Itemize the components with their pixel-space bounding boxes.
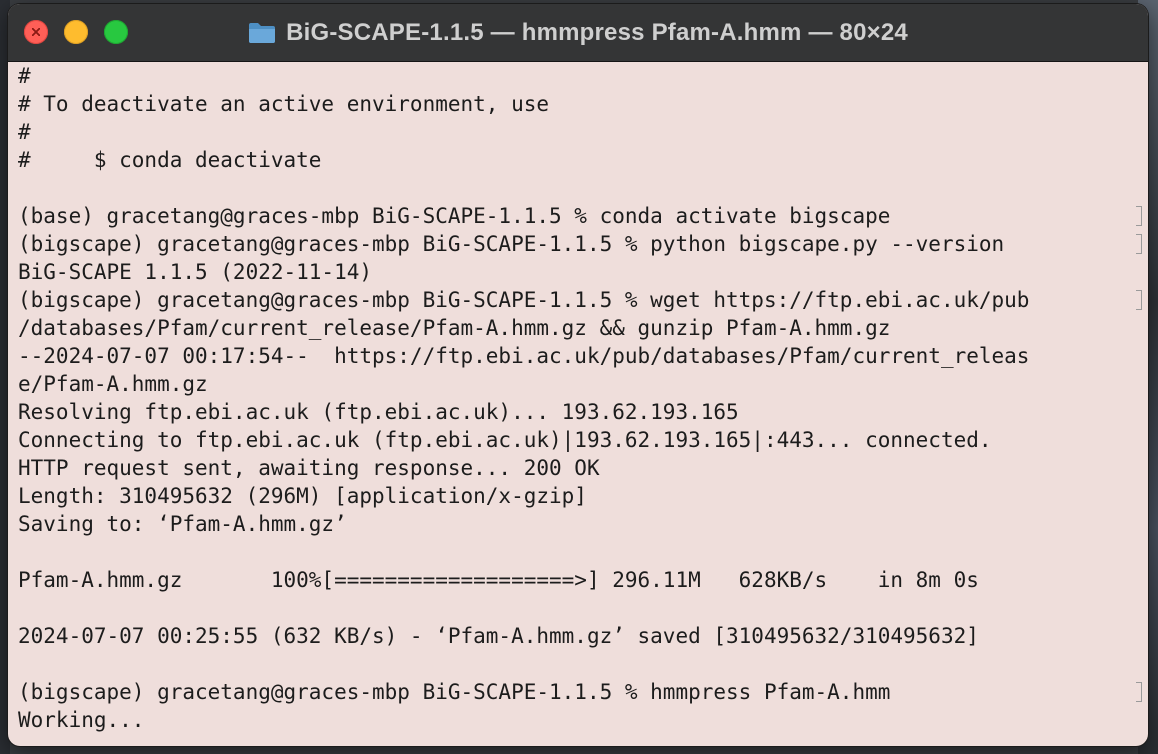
terminal-line-text: --2024-07-07 00:17:54-- https://ftp.ebi.…	[18, 344, 1030, 368]
terminal-line-text: Connecting to ftp.ebi.ac.uk (ftp.ebi.ac.…	[18, 428, 992, 452]
terminal-line-text: (bigscape) gracetang@graces-mbp BiG-SCAP…	[18, 680, 891, 704]
terminal-line-text: Saving to: ‘Pfam-A.hmm.gz’	[18, 512, 347, 536]
terminal-line: #	[18, 118, 1148, 146]
terminal-line-text: e/Pfam-A.hmm.gz	[18, 372, 208, 396]
terminal-line: HTTP request sent, awaiting response... …	[18, 454, 1148, 482]
terminal-line: BiG-SCAPE 1.1.5 (2022-11-14)	[18, 258, 1148, 286]
terminal-line-text: /databases/Pfam/current_release/Pfam-A.h…	[18, 316, 891, 340]
terminal-line: Connecting to ftp.ebi.ac.uk (ftp.ebi.ac.…	[18, 426, 1148, 454]
terminal-line-text: (bigscape) gracetang@graces-mbp BiG-SCAP…	[18, 288, 1030, 312]
terminal-line-text: Resolving ftp.ebi.ac.uk (ftp.ebi.ac.uk).…	[18, 400, 739, 424]
terminal-line: Length: 310495632 (296M) [application/x-…	[18, 482, 1148, 510]
terminal-window[interactable]: BiG-SCAPE-1.1.5 — hmmpress Pfam-A.hmm — …	[8, 4, 1148, 746]
terminal-output[interactable]: # # To deactivate an active environment, …	[8, 62, 1148, 746]
title-bar[interactable]: BiG-SCAPE-1.1.5 — hmmpress Pfam-A.hmm — …	[8, 4, 1148, 62]
prompt-mark-right	[1136, 234, 1142, 254]
terminal-line: # $ conda deactivate	[18, 146, 1148, 174]
window-title: BiG-SCAPE-1.1.5 — hmmpress Pfam-A.hmm — …	[286, 18, 908, 46]
terminal-line-text: HTTP request sent, awaiting response... …	[18, 456, 600, 480]
terminal-line-text: #	[18, 120, 31, 144]
terminal-prompt-line: (base) gracetang@graces-mbp BiG-SCAPE-1.…	[18, 202, 1148, 230]
terminal-line: Saving to: ‘Pfam-A.hmm.gz’	[18, 510, 1148, 538]
terminal-line: --2024-07-07 00:17:54-- https://ftp.ebi.…	[18, 342, 1148, 370]
terminal-line: /databases/Pfam/current_release/Pfam-A.h…	[18, 314, 1148, 342]
terminal-line: Resolving ftp.ebi.ac.uk (ftp.ebi.ac.uk).…	[18, 398, 1148, 426]
terminal-line-text: # To deactivate an active environment, u…	[18, 92, 550, 116]
prompt-mark-right	[1136, 290, 1142, 310]
terminal-line: #	[18, 62, 1148, 90]
terminal-line-text: 2024-07-07 00:25:55 (632 KB/s) - ‘Pfam-A…	[18, 624, 979, 648]
terminal-line-text: (bigscape) gracetang@graces-mbp BiG-SCAP…	[18, 232, 1005, 256]
terminal-line-text: # $ conda deactivate	[18, 148, 322, 172]
prompt-mark-right	[1136, 206, 1142, 226]
terminal-line: # To deactivate an active environment, u…	[18, 90, 1148, 118]
terminal-line-text: BiG-SCAPE 1.1.5 (2022-11-14)	[18, 260, 373, 284]
terminal-line: Pfam-A.hmm.gz 100%[===================>]…	[18, 566, 1148, 594]
terminal-prompt-line: (bigscape) gracetang@graces-mbp BiG-SCAP…	[18, 286, 1148, 314]
terminal-line-text: Pfam-A.hmm.gz 100%[===================>]…	[18, 568, 979, 592]
terminal-line: Working...	[18, 706, 1148, 734]
terminal-line-text: Length: 310495632 (296M) [application/x-…	[18, 484, 587, 508]
terminal-line-text: (base) gracetang@graces-mbp BiG-SCAPE-1.…	[18, 204, 891, 228]
terminal-line: e/Pfam-A.hmm.gz	[18, 370, 1148, 398]
terminal-prompt-line: (bigscape) gracetang@graces-mbp BiG-SCAP…	[18, 230, 1148, 258]
terminal-line-text: #	[18, 64, 31, 88]
terminal-prompt-line: (bigscape) gracetang@graces-mbp BiG-SCAP…	[18, 678, 1148, 706]
folder-icon	[249, 22, 276, 43]
window-title-container: BiG-SCAPE-1.1.5 — hmmpress Pfam-A.hmm — …	[8, 4, 1148, 61]
prompt-mark-right	[1136, 682, 1142, 702]
terminal-line: 2024-07-07 00:25:55 (632 KB/s) - ‘Pfam-A…	[18, 622, 1148, 650]
terminal-line-text: Working...	[18, 708, 145, 732]
